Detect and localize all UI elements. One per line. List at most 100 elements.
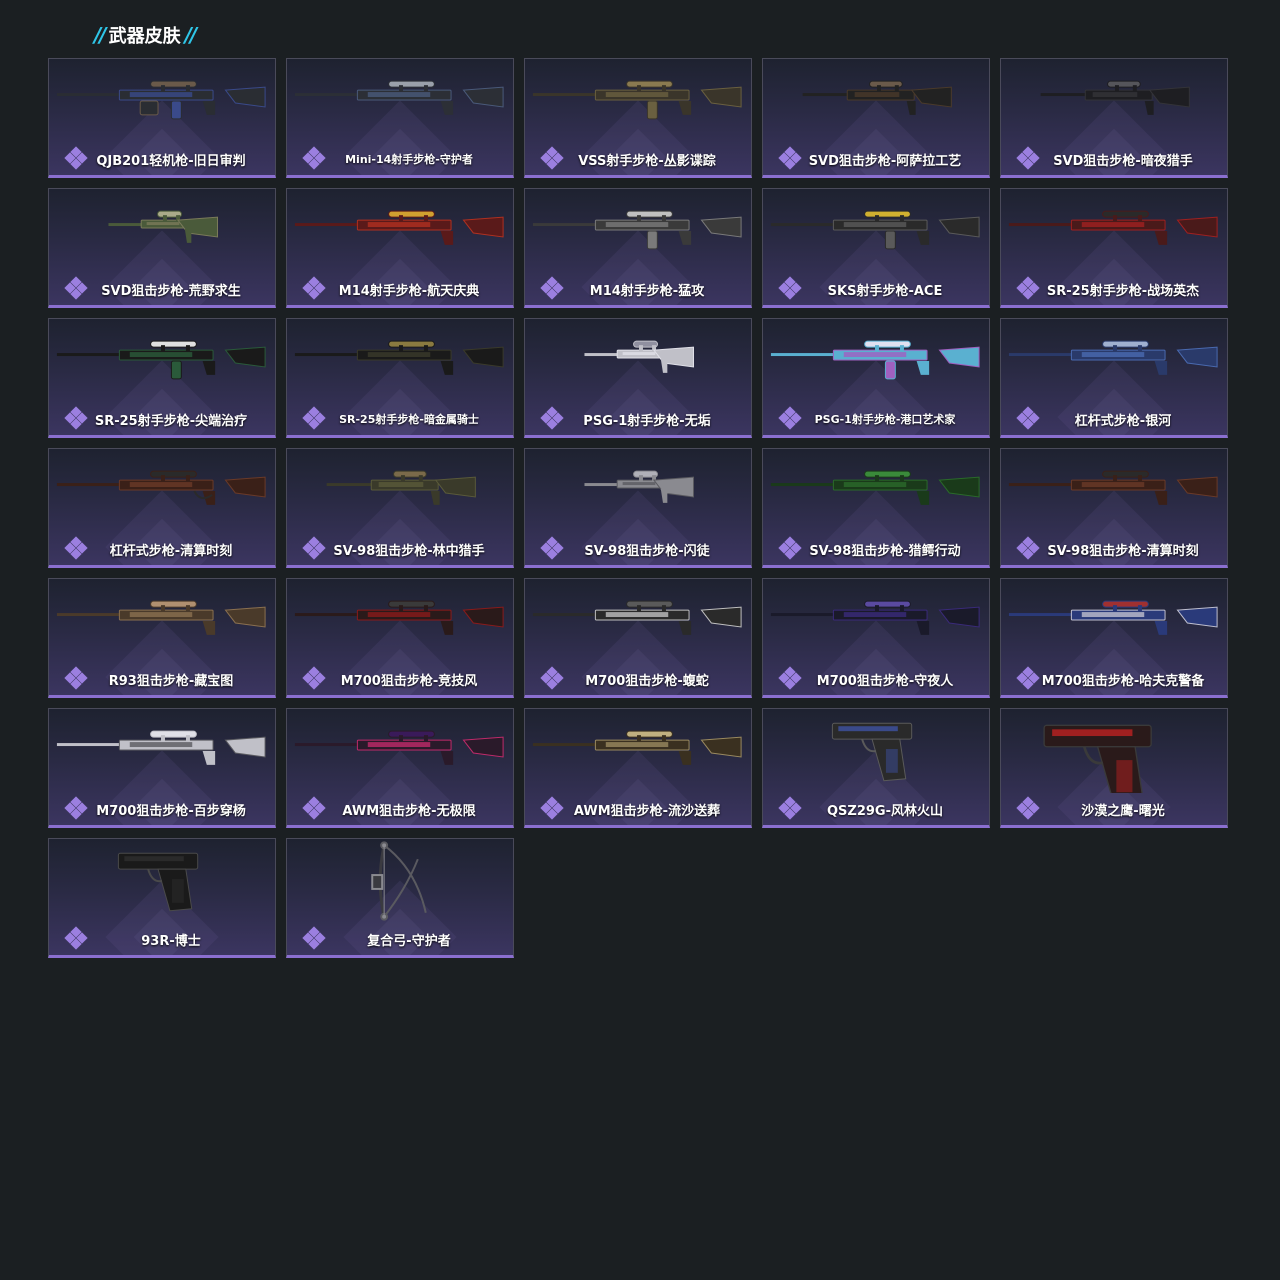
- weapon-skin-grid: QJB201轻机枪-旧日审判 Mini-14射手步枪-守护者 VSS射手步枪-丛…: [48, 58, 1228, 958]
- weapon-skin-card[interactable]: SV-98狙击步枪-清算时刻: [1000, 448, 1228, 568]
- weapon-skin-name: AWM狙击步枪-流沙送葬: [573, 803, 721, 819]
- weapon-skin-name: SV-98狙击步枪-猎鳄行动: [809, 543, 961, 559]
- weapon-skin-card[interactable]: M14射手步枪-航天庆典: [286, 188, 514, 308]
- weapon-image: [294, 80, 504, 115]
- weapon-image: [1040, 80, 1190, 115]
- weapon-skin-name: SV-98狙击步枪-林中猎手: [333, 543, 485, 559]
- weapon-image: [108, 210, 219, 243]
- weapon-skin-card[interactable]: SV-98狙击步枪-闪徒: [524, 448, 752, 568]
- weapon-skin-card[interactable]: PSG-1射手步枪-港口艺术家: [762, 318, 990, 438]
- weapon-skin-name: 杠杆式步枪-银河: [1074, 413, 1172, 429]
- weapon-skin-card[interactable]: M14射手步枪-猛攻: [524, 188, 752, 308]
- weapon-skin-card[interactable]: SVD狙击步枪-阿萨拉工艺: [762, 58, 990, 178]
- weapon-skin-card[interactable]: M700狙击步枪-蝮蛇: [524, 578, 752, 698]
- weapon-skin-card[interactable]: 杠杆式步枪-清算时刻: [48, 448, 276, 568]
- weapon-image: [117, 852, 199, 912]
- weapon-skin-card[interactable]: SVD狙击步枪-暗夜猎手: [1000, 58, 1228, 178]
- weapon-skin-name: AWM狙击步枪-无极限: [342, 803, 476, 819]
- weapon-skin-card[interactable]: 杠杆式步枪-银河: [1000, 318, 1228, 438]
- weapon-image: [371, 841, 427, 921]
- weapon-skin-card[interactable]: SV-98狙击步枪-林中猎手: [286, 448, 514, 568]
- section-title: 武器皮肤: [108, 26, 181, 47]
- weapon-skin-card[interactable]: SV-98狙击步枪-猎鳄行动: [762, 448, 990, 568]
- weapon-image: [802, 80, 952, 115]
- weapon-skin-name: PSG-1射手步枪-无垢: [583, 413, 711, 429]
- weapon-image: [532, 210, 742, 250]
- section-header: // 武器皮肤 //: [90, 22, 199, 48]
- weapon-skin-card[interactable]: M700狙击步枪-百步穿杨: [48, 708, 276, 828]
- weapon-image: [294, 730, 504, 765]
- weapon-skin-card[interactable]: QJB201轻机枪-旧日审判: [48, 58, 276, 178]
- weapon-skin-name: SKS射手步枪-ACE: [827, 283, 943, 299]
- weapon-skin-card[interactable]: SR-25射手步枪-暗金属骑士: [286, 318, 514, 438]
- weapon-image: [294, 600, 504, 635]
- weapon-image: [770, 340, 980, 380]
- weapon-image: [56, 80, 266, 120]
- weapon-skin-card[interactable]: SR-25射手步枪-尖端治疗: [48, 318, 276, 438]
- weapon-skin-name: M14射手步枪-航天庆典: [338, 283, 480, 299]
- weapon-skin-card[interactable]: SVD狙击步枪-荒野求生: [48, 188, 276, 308]
- weapon-skin-name: M14射手步枪-猛攻: [589, 283, 705, 299]
- weapon-skin-name: SVD狙击步枪-荒野求生: [101, 283, 241, 299]
- weapon-image: [1043, 724, 1152, 793]
- weapon-image: [56, 470, 266, 505]
- weapon-skin-card[interactable]: VSS射手步枪-丛影谍踪: [524, 58, 752, 178]
- weapon-skin-card[interactable]: 沙漠之鹰-曙光: [1000, 708, 1228, 828]
- weapon-image: [532, 80, 742, 120]
- weapon-skin-card[interactable]: SKS射手步枪-ACE: [762, 188, 990, 308]
- weapon-skin-card[interactable]: 复合弓-守护者: [286, 838, 514, 958]
- weapon-skin-card[interactable]: QSZ29G-风林火山: [762, 708, 990, 828]
- weapon-skin-name: VSS射手步枪-丛影谍踪: [578, 153, 716, 169]
- weapon-image: [1008, 600, 1218, 635]
- weapon-image: [584, 470, 695, 503]
- weapon-skin-name: SVD狙击步枪-阿萨拉工艺: [808, 153, 962, 169]
- weapon-skin-name: SR-25射手步枪-尖端治疗: [94, 413, 248, 429]
- weapon-skin-name: 杠杆式步枪-清算时刻: [109, 543, 233, 559]
- weapon-image: [56, 340, 266, 380]
- weapon-image: [532, 600, 742, 635]
- weapon-skin-card[interactable]: AWM狙击步枪-流沙送葬: [524, 708, 752, 828]
- weapon-image: [831, 722, 913, 782]
- weapon-skin-name: Mini-14射手步枪-守护者: [345, 153, 473, 166]
- weapon-image: [584, 340, 695, 373]
- weapon-skin-card[interactable]: SR-25射手步枪-战场英杰: [1000, 188, 1228, 308]
- weapon-skin-name: M700狙击步枪-哈夫克警备: [1041, 673, 1205, 689]
- weapon-image: [1008, 340, 1218, 375]
- weapon-skin-card[interactable]: M700狙击步枪-哈夫克警备: [1000, 578, 1228, 698]
- weapon-skin-name: PSG-1射手步枪-港口艺术家: [814, 413, 956, 426]
- weapon-image: [1008, 470, 1218, 505]
- weapon-skin-name: M700狙击步枪-竞技风: [340, 673, 478, 689]
- weapon-skin-name: SR-25射手步枪-战场英杰: [1046, 283, 1200, 299]
- weapon-skin-name: SV-98狙击步枪-清算时刻: [1047, 543, 1199, 559]
- weapon-skin-name: QSZ29G-风林火山: [827, 803, 943, 819]
- weapon-skin-name: 复合弓-守护者: [367, 933, 451, 949]
- weapon-skin-name: M700狙击步枪-百步穿杨: [96, 803, 246, 819]
- weapon-skin-name: SR-25射手步枪-暗金属骑士: [339, 413, 479, 426]
- weapon-image: [56, 730, 266, 765]
- weapon-skin-name: R93狙击步枪-藏宝图: [108, 673, 234, 689]
- weapon-skin-card[interactable]: PSG-1射手步枪-无垢: [524, 318, 752, 438]
- weapon-skin-card[interactable]: Mini-14射手步枪-守护者: [286, 58, 514, 178]
- weapon-skin-card[interactable]: AWM狙击步枪-无极限: [286, 708, 514, 828]
- weapon-image: [532, 730, 742, 765]
- weapon-skin-name: SVD狙击步枪-暗夜猎手: [1053, 153, 1193, 169]
- weapon-skin-name: M700狙击步枪-蝮蛇: [585, 673, 709, 689]
- weapon-skin-card[interactable]: 93R-博士: [48, 838, 276, 958]
- weapon-skin-name: SV-98狙击步枪-闪徒: [584, 543, 710, 559]
- weapon-skin-name: M700狙击步枪-守夜人: [816, 673, 954, 689]
- weapon-skin-card[interactable]: M700狙击步枪-守夜人: [762, 578, 990, 698]
- weapon-image: [326, 470, 476, 505]
- weapon-image: [294, 210, 504, 245]
- weapon-skin-card[interactable]: R93狙击步枪-藏宝图: [48, 578, 276, 698]
- weapon-image: [56, 600, 266, 635]
- weapon-image: [770, 600, 980, 635]
- weapon-skin-name: 沙漠之鹰-曙光: [1081, 803, 1165, 819]
- header-slash-right-icon: //: [184, 23, 198, 47]
- weapon-image: [1008, 210, 1218, 245]
- weapon-skin-name: 93R-博士: [141, 933, 201, 949]
- header-slash-left-icon: //: [94, 23, 107, 47]
- weapon-image: [770, 210, 980, 250]
- weapon-skin-name: QJB201轻机枪-旧日审判: [96, 153, 246, 169]
- weapon-skin-card[interactable]: M700狙击步枪-竞技风: [286, 578, 514, 698]
- weapon-image: [294, 340, 504, 375]
